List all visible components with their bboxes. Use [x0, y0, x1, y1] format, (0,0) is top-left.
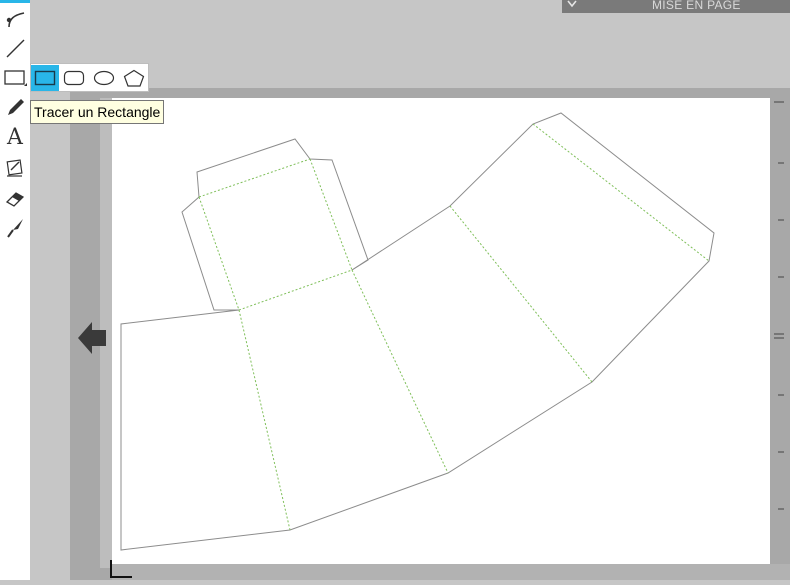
arrow-left-icon[interactable]: [76, 320, 108, 356]
curve-icon: [6, 12, 25, 28]
line-tool[interactable]: [2, 35, 28, 61]
active-tool-indicator: [0, 0, 30, 3]
shape-tool[interactable]: [2, 64, 28, 90]
line-icon: [6, 39, 25, 58]
bottom-ruler: [112, 564, 790, 580]
knife-tool[interactable]: [2, 215, 28, 241]
top-ruler: [70, 88, 790, 98]
curve-tool[interactable]: [2, 5, 28, 31]
polygon-option-button[interactable]: [120, 65, 148, 91]
design-canvas[interactable]: [112, 98, 770, 564]
ellipse-icon: [93, 70, 115, 86]
sketch-pen-icon: [6, 159, 23, 177]
pencil-tool[interactable]: [2, 94, 28, 120]
text-icon: A: [7, 125, 23, 150]
rectangle-icon: [4, 70, 27, 86]
shape-options-flyout: [30, 63, 149, 92]
text-tool[interactable]: A: [2, 125, 28, 151]
right-ruler: [770, 98, 790, 580]
ellipse-option-button[interactable]: [90, 65, 118, 91]
chevron-down-icon[interactable]: [566, 0, 578, 10]
rounded-rectangle-option-button[interactable]: [60, 65, 88, 91]
pentagon-icon: [123, 69, 145, 87]
box-net-drawing[interactable]: [112, 98, 770, 564]
rectangle-option-button[interactable]: [31, 65, 59, 91]
eraser-tool[interactable]: [2, 185, 28, 211]
rectangle-icon: [34, 70, 56, 86]
drawing-toolbar: A: [0, 0, 30, 580]
panel-title: MISE EN PAGE: [652, 0, 741, 12]
rounded-rectangle-icon: [63, 70, 85, 86]
pencil-icon: [8, 99, 24, 115]
page-corner-marker: [110, 560, 132, 578]
layout-panel-header[interactable]: MISE EN PAGE: [562, 0, 790, 13]
eraser-icon: [5, 192, 25, 207]
tooltip: Tracer un Rectangle: [30, 100, 165, 124]
page-nav-left-arrow[interactable]: [76, 320, 108, 361]
sketch-text-tool[interactable]: [2, 155, 28, 181]
knife-icon: [7, 219, 23, 238]
